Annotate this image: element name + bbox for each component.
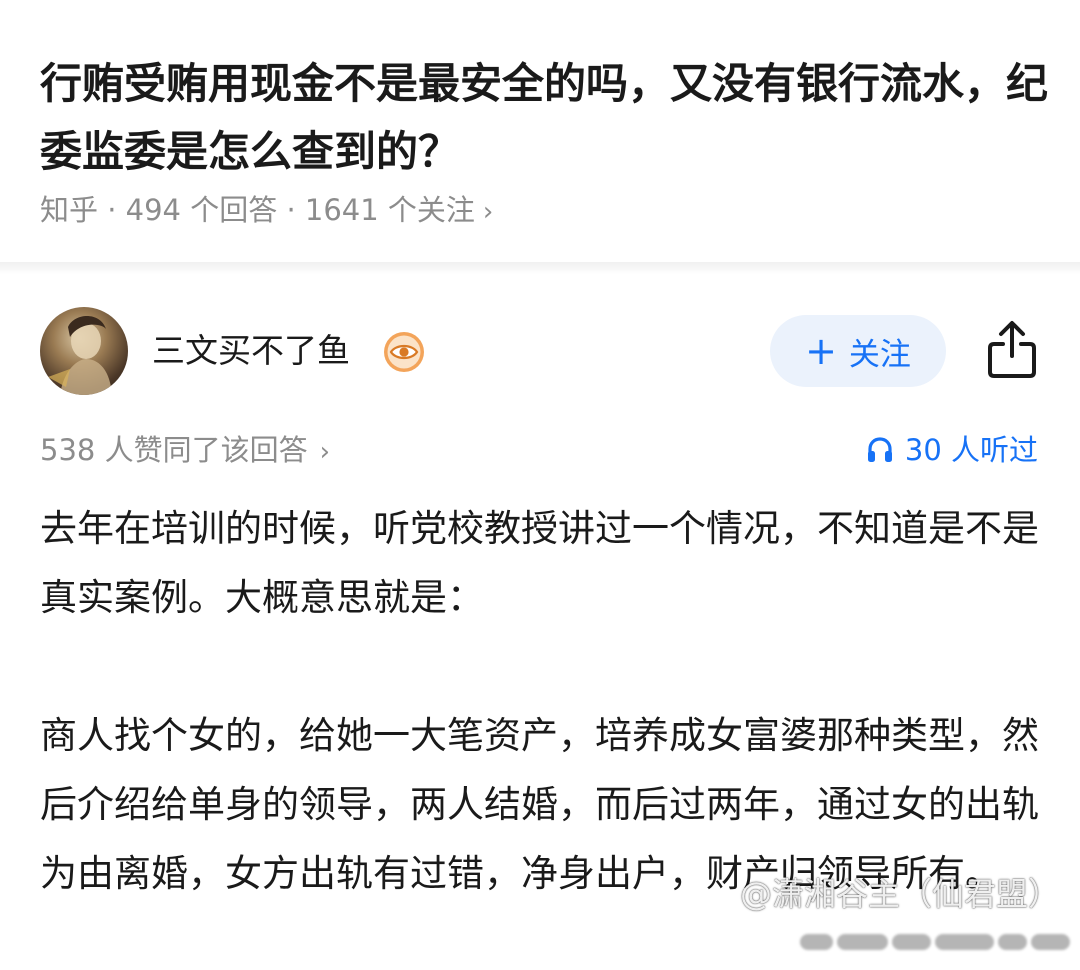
share-icon[interactable] — [986, 318, 1038, 380]
agree-count-text: 538 人赞同了该回答 — [40, 433, 308, 467]
plus-icon: + — [805, 329, 837, 373]
listen-count[interactable]: 30 人听过 — [865, 428, 1038, 472]
watermark: @潇湘谷主（仙君盟） — [740, 875, 1061, 913]
follow-button-label: 关注 — [848, 336, 911, 373]
author-avatar[interactable] — [40, 307, 128, 395]
chevron-right-icon: › — [319, 437, 330, 467]
listen-count-text: 30 人听过 — [904, 433, 1038, 467]
question-title[interactable]: 行贿受贿用现金不是最安全的吗，又没有银行流水，纪委监委是怎么查到的？ — [40, 50, 1050, 186]
answer-body: 去年在培训的时候，听党校教授讲过一个情况，不知道是不是真实案例。大概意思就是： … — [40, 494, 1040, 908]
watermark-blur — [800, 922, 1070, 962]
agree-count[interactable]: 538 人赞同了该回答 › — [40, 428, 330, 474]
answer-paragraph: 去年在培训的时候，听党校教授讲过一个情况，不知道是不是真实案例。大概意思就是： — [40, 507, 1039, 619]
section-divider — [0, 262, 1080, 274]
chevron-right-icon: › — [482, 197, 494, 227]
follow-button[interactable]: + 关注 — [770, 315, 946, 387]
headphones-icon — [867, 437, 892, 462]
question-header: 行贿受贿用现金不是最安全的吗，又没有银行流水，纪委监委是怎么查到的？ 知乎 · … — [0, 0, 1080, 262]
question-meta[interactable]: 知乎 · 494 个回答 · 1641 个关注 › — [40, 188, 493, 234]
question-meta-text: 知乎 · 494 个回答 · 1641 个关注 — [40, 193, 475, 227]
eye-badge-icon — [384, 332, 424, 372]
author-name[interactable]: 三文买不了鱼 — [152, 328, 350, 374]
